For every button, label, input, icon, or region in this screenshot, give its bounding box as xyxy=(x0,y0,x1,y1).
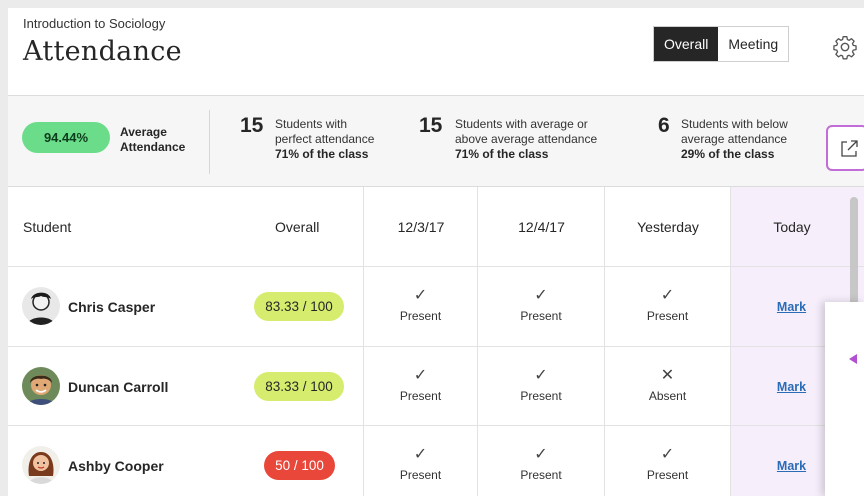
attendance-app: Introduction to Sociology Attendance Ove… xyxy=(8,8,864,496)
attendance-status: Present xyxy=(646,468,689,482)
column-header-date-1-cell: 12/3/17 xyxy=(363,187,477,266)
column-header-date-2-cell: 12/4/17 xyxy=(477,187,604,266)
student-name[interactable]: Chris Casper xyxy=(68,267,155,347)
column-header-today: Today xyxy=(773,219,811,235)
attendance-status: Present xyxy=(399,309,442,323)
attendance-cell[interactable]: ✓ Present xyxy=(363,347,477,425)
overall-grade-badge: 50 / 100 xyxy=(264,451,335,480)
gear-icon[interactable] xyxy=(832,34,858,60)
stat-percentage: 29% of the class xyxy=(681,147,775,161)
external-link-icon xyxy=(841,140,858,157)
check-icon: ✓ xyxy=(660,287,675,304)
average-attendance-badge: 94.44% xyxy=(22,122,110,153)
expand-panel-arrow-icon[interactable] xyxy=(849,354,857,364)
attendance-cell[interactable]: ✓ Present xyxy=(363,267,477,346)
view-toggle: Overall Meeting xyxy=(653,26,790,62)
attendance-status: Present xyxy=(520,389,562,403)
page-title: Attendance xyxy=(23,36,182,67)
attendance-status: Present xyxy=(399,389,442,403)
attendance-cell[interactable]: ✓ Present xyxy=(477,347,604,425)
perfect-attendance-count: 15 xyxy=(240,114,264,137)
table-header-row: Student Overall 12/3/17 12/4/17 Yesterda… xyxy=(8,187,864,267)
check-icon: ✓ xyxy=(534,287,548,304)
avatar xyxy=(22,367,60,405)
column-header-yesterday-cell: Yesterday xyxy=(604,187,730,266)
perfect-attendance-stat: Students with perfect attendance 71% of … xyxy=(275,117,375,162)
stat-description: Students with below average attendance xyxy=(681,117,788,146)
view-toggle-meeting-button[interactable]: Meeting xyxy=(718,27,789,61)
course-name: Introduction to Sociology xyxy=(23,16,166,31)
attendance-status: Present xyxy=(646,309,689,323)
attendance-cell[interactable]: ✓ Present xyxy=(477,426,604,496)
check-icon: ✓ xyxy=(413,287,428,304)
attendance-cell[interactable]: ✓ Present xyxy=(363,426,477,496)
cross-icon: ✕ xyxy=(660,367,675,384)
side-panel xyxy=(825,302,864,496)
avatar xyxy=(22,446,60,484)
student-name[interactable]: Ashby Cooper xyxy=(68,426,164,496)
check-icon: ✓ xyxy=(534,367,548,384)
page-header: Introduction to Sociology Attendance Ove… xyxy=(8,8,864,96)
table-row: Chris Casper 83.33 / 100 ✓ Present ✓ Pre… xyxy=(8,267,864,347)
overall-grade-badge: 83.33 / 100 xyxy=(254,372,344,401)
avatar xyxy=(22,287,60,325)
check-icon: ✓ xyxy=(660,446,675,463)
attendance-status: Present xyxy=(520,309,562,323)
column-header-yesterday: Yesterday xyxy=(637,219,699,235)
average-or-above-stat: Students with average or above average a… xyxy=(455,117,615,162)
below-average-count: 6 xyxy=(658,114,670,137)
attendance-cell[interactable]: ✓ Present xyxy=(477,267,604,346)
attendance-cell[interactable]: ✕ Absent xyxy=(604,347,730,425)
column-header-date-1: 12/3/17 xyxy=(397,219,445,235)
check-icon: ✓ xyxy=(413,367,428,384)
attendance-summary: 94.44% Average Attendance 15 Students wi… xyxy=(8,96,864,187)
table-scrollbar[interactable] xyxy=(850,197,858,317)
summary-divider xyxy=(209,110,210,174)
average-or-above-count: 15 xyxy=(419,114,443,137)
stat-description: Students with perfect attendance xyxy=(275,117,375,146)
attendance-status: Present xyxy=(399,468,442,482)
attendance-table: Student Overall 12/3/17 12/4/17 Yesterda… xyxy=(8,187,864,496)
average-attendance-label: Average Attendance xyxy=(120,125,186,154)
overall-grade-badge: 83.33 / 100 xyxy=(254,292,344,321)
attendance-status: Absent xyxy=(648,389,687,403)
check-icon: ✓ xyxy=(534,446,548,463)
stat-description: Students with average or above average a… xyxy=(455,117,598,146)
column-header-overall: Overall xyxy=(275,219,320,235)
column-header-date-2: 12/4/17 xyxy=(518,219,565,235)
student-name[interactable]: Duncan Carroll xyxy=(68,347,168,427)
table-row: Ashby Cooper 50 / 100 ✓ Present ✓ Presen… xyxy=(8,426,864,496)
attendance-cell[interactable]: ✓ Present xyxy=(604,267,730,346)
table-row: Duncan Carroll 83.33 / 100 ✓ Present ✓ P… xyxy=(8,347,864,426)
stat-percentage: 71% of the class xyxy=(275,147,369,161)
attendance-cell[interactable]: ✓ Present xyxy=(604,426,730,496)
check-icon: ✓ xyxy=(413,446,428,463)
below-average-stat: Students with below average attendance 2… xyxy=(681,117,806,162)
attendance-status: Present xyxy=(520,468,562,482)
column-header-today-cell: Today xyxy=(730,187,852,266)
column-header-student: Student xyxy=(23,219,72,235)
view-toggle-overall-button[interactable]: Overall xyxy=(654,27,719,61)
export-button[interactable] xyxy=(826,125,864,171)
stat-percentage: 71% of the class xyxy=(455,147,549,161)
